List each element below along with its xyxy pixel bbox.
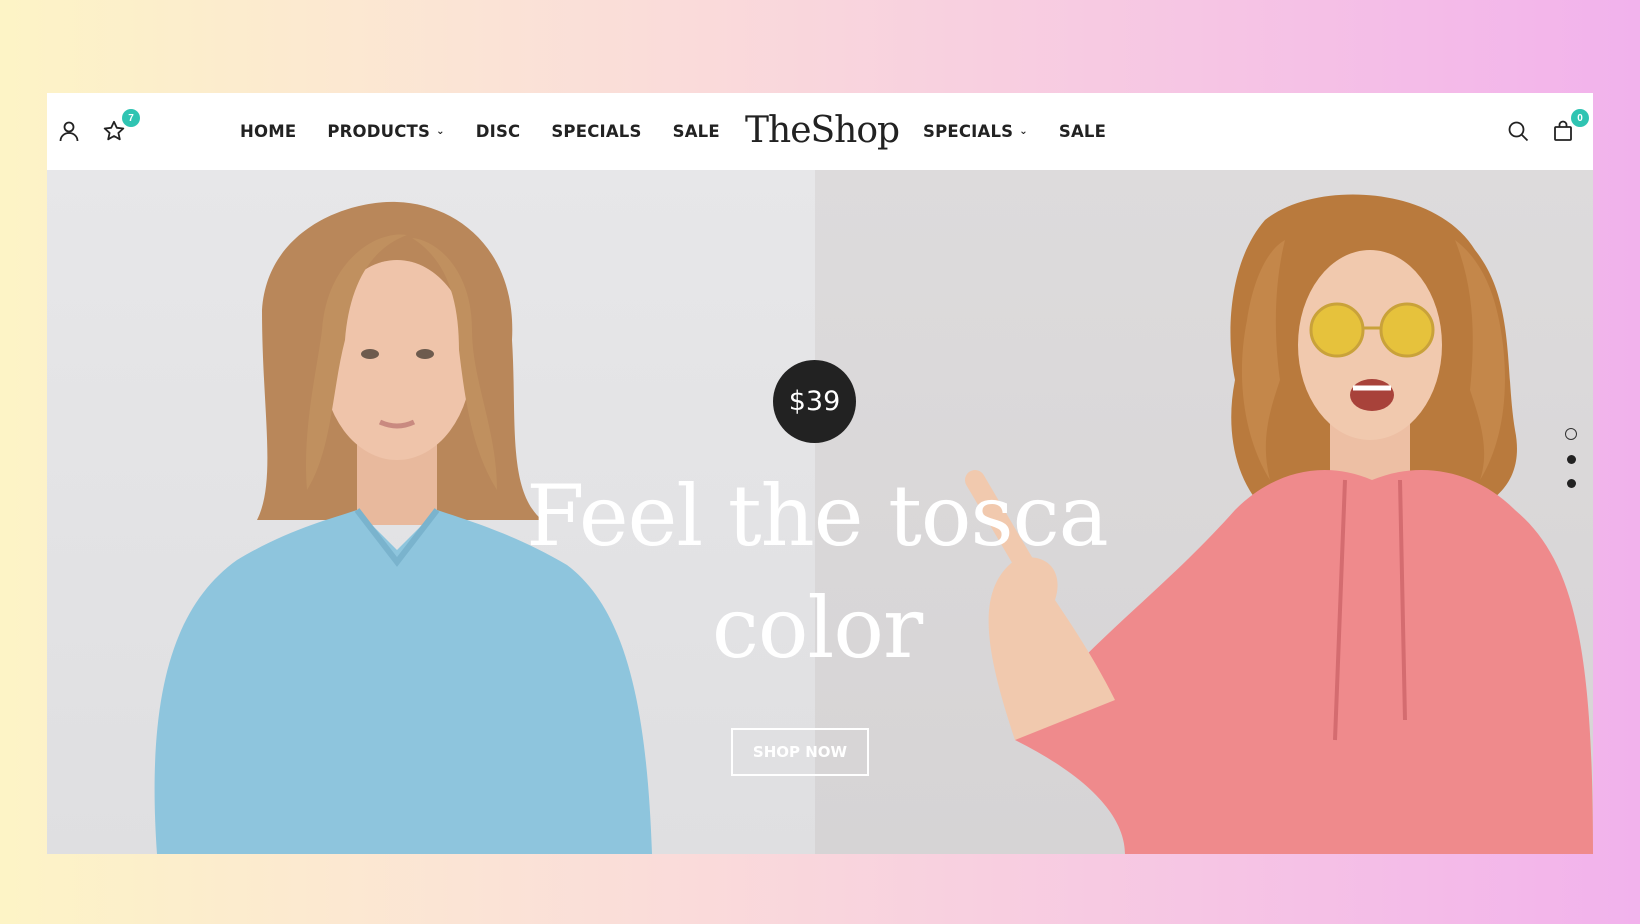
wishlist-count-badge: 7 bbox=[122, 109, 140, 127]
chevron-down-icon: ⌄ bbox=[436, 126, 445, 137]
user-icon bbox=[59, 121, 79, 142]
hero-slider: $39 Feel the tosca color SHOP NOW bbox=[47, 170, 1593, 854]
account-button[interactable] bbox=[53, 115, 85, 147]
nav-label: HOME bbox=[240, 122, 297, 141]
nav-label: SPECIALS bbox=[923, 122, 1014, 141]
nav-sale-right[interactable]: SALE bbox=[1059, 122, 1106, 141]
nav-home[interactable]: HOME bbox=[240, 122, 296, 141]
browser-frame: 7 HOME PRODUCTS ⌄ DISC SPECIALS SALE TheS… bbox=[47, 93, 1593, 854]
nav-products[interactable]: PRODUCTS ⌄ bbox=[327, 122, 444, 141]
slider-pagination bbox=[1563, 428, 1579, 503]
slider-dot-2[interactable] bbox=[1566, 455, 1576, 464]
nav-specials[interactable]: SPECIALS bbox=[551, 122, 641, 141]
nav-label: DISC bbox=[475, 122, 521, 141]
slider-dot-1[interactable] bbox=[1565, 428, 1577, 440]
nav-label: PRODUCTS bbox=[327, 122, 431, 141]
site-logo[interactable]: TheShop bbox=[745, 105, 900, 155]
nav-specials-right[interactable]: SPECIALS ⌄ bbox=[923, 122, 1028, 141]
main-nav-left: HOME PRODUCTS ⌄ DISC SPECIALS SALE bbox=[240, 93, 751, 170]
nav-label: SALE bbox=[1058, 122, 1107, 141]
nav-label: SALE bbox=[672, 122, 720, 141]
hero-headline-line1: Feel the tosca bbox=[526, 467, 1109, 565]
hero-headline: Feel the tosca color bbox=[467, 460, 1167, 684]
site-header: 7 HOME PRODUCTS ⌄ DISC SPECIALS SALE TheS… bbox=[47, 93, 1593, 170]
slider-dot-3[interactable] bbox=[1566, 479, 1576, 488]
hero-headline-line2: color bbox=[711, 579, 923, 677]
nav-disc[interactable]: DISC bbox=[476, 122, 521, 141]
shop-now-button[interactable]: SHOP NOW bbox=[731, 728, 869, 776]
wishlist-button[interactable]: 7 bbox=[98, 109, 140, 147]
chevron-down-icon: ⌄ bbox=[1019, 126, 1028, 137]
search-button[interactable] bbox=[1502, 115, 1534, 147]
cart-button[interactable]: 0 bbox=[1547, 109, 1589, 147]
nav-sale[interactable]: SALE bbox=[673, 122, 720, 141]
main-nav-right: SPECIALS ⌄ SALE bbox=[923, 93, 1137, 170]
price-badge: $39 bbox=[773, 360, 856, 443]
search-icon bbox=[1508, 121, 1529, 142]
cart-count-badge: 0 bbox=[1571, 109, 1589, 127]
nav-label: SPECIALS bbox=[551, 122, 642, 141]
